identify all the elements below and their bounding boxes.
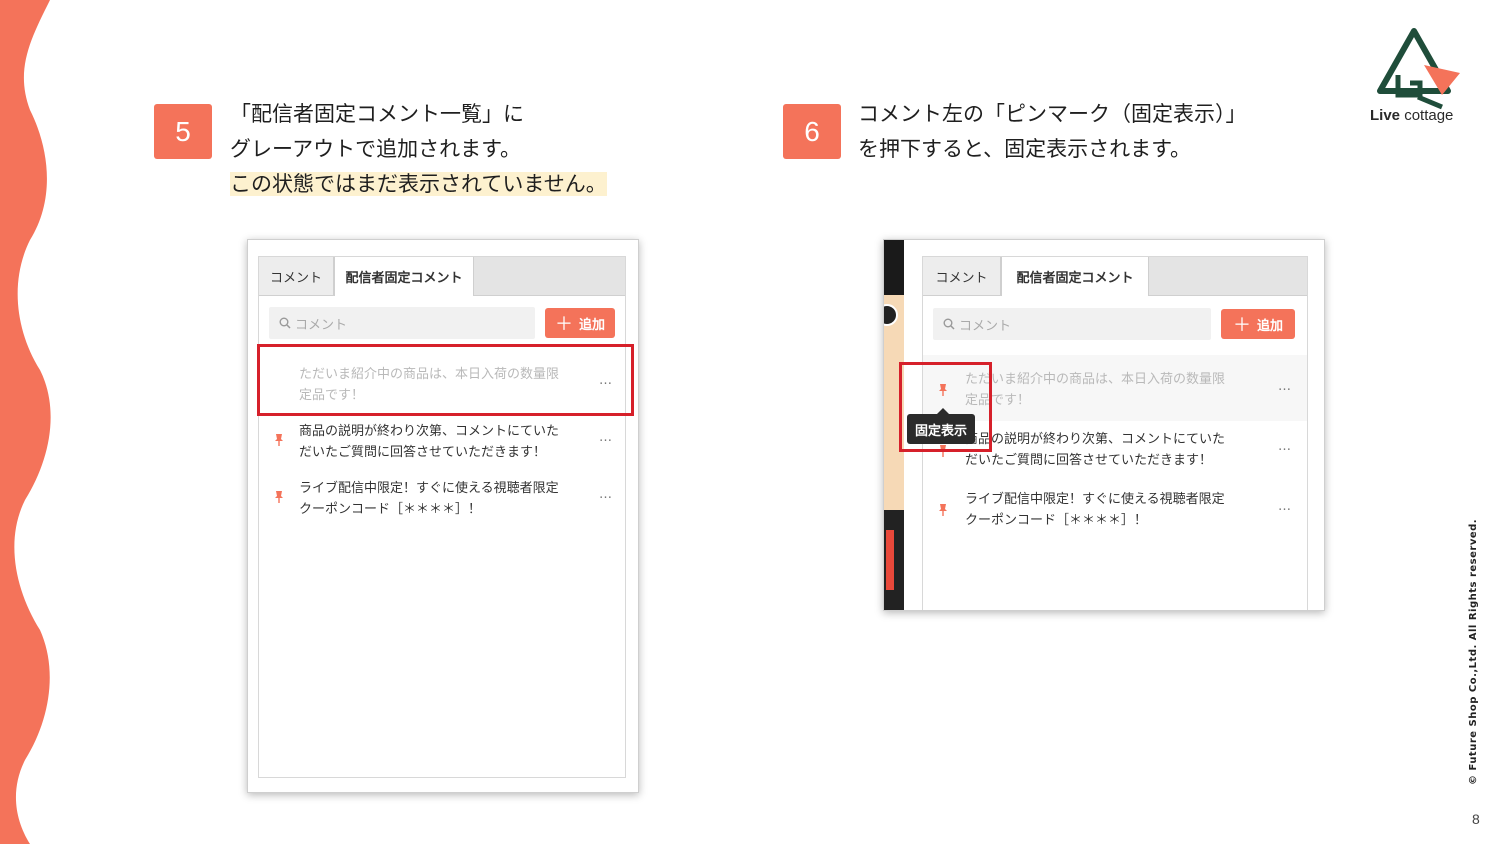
pin-icon[interactable] (937, 503, 949, 517)
comment-item-3: ライブ配信中限定！すぐに使える視聴者限定 クーポンコード［＊＊＊＊］！ (299, 481, 559, 517)
pin-icon[interactable] (273, 433, 285, 447)
copyright-text: © Future Shop Co.,Ltd. All Rights reserv… (1468, 518, 1479, 785)
tab-pinned-comments[interactable]: 配信者固定コメント (334, 257, 474, 296)
tab-comment[interactable]: コメント (923, 257, 1001, 295)
search-icon (279, 317, 291, 329)
tab-bar: コメント 配信者固定コメント (259, 257, 625, 296)
comment-item-2: 商品の説明が終わり次第、コメントにていた だいたご質問に回答させていただきます！ (965, 432, 1226, 468)
search-icon (943, 318, 955, 330)
tab-pinned-comments[interactable]: 配信者固定コメント (1001, 257, 1149, 296)
logo-wordmark: Live cottage (1370, 107, 1454, 124)
highlight-frame (257, 344, 634, 416)
comment-item-2: 商品の説明が終わり次第、コメントにていた だいたご質問に回答させていただきます！ (299, 424, 560, 460)
more-options-icon[interactable]: … (599, 487, 613, 502)
more-options-icon[interactable]: … (1278, 439, 1292, 454)
step-5-highlight: この状態ではまだ表示されていません。 (230, 172, 607, 196)
page-number: 8 (1472, 811, 1480, 827)
add-button[interactable]: ＋追加 (1221, 309, 1295, 339)
comment-item-3: ライブ配信中限定！すぐに使える視聴者限定 クーポンコード［＊＊＊＊］！ (965, 492, 1225, 528)
tab-comment[interactable]: コメント (259, 257, 334, 295)
highlight-frame (899, 362, 992, 452)
comment-item-1: ただいま紹介中の商品は、本日入荷の数量限 定品です！ (965, 372, 1226, 408)
step-6-description: コメント左の「ピンマーク（固定表示）」 を押下すると、固定表示されます。 (858, 102, 1247, 161)
screenshot-step-6: コメント 配信者固定コメント コメント ＋追加 ただいま紹介中の商品は、本日入荷… (883, 239, 1325, 611)
more-options-icon[interactable]: … (1278, 379, 1292, 394)
add-button[interactable]: ＋追加 (545, 308, 615, 338)
step-6-badge: 6 (783, 104, 841, 159)
comment-panel: コメント 配信者固定コメント コメント ＋追加 ただいま紹介中の商品は、本日入荷… (258, 256, 626, 778)
more-options-icon[interactable]: … (599, 430, 613, 445)
step-5-badge: 5 (154, 104, 212, 159)
step-5-description: 「配信者固定コメント一覧」に グレーアウトで追加されます。 この状態ではまだ表示… (230, 102, 607, 196)
more-options-icon[interactable]: … (1278, 499, 1292, 514)
pin-icon[interactable] (273, 490, 285, 504)
search-input[interactable]: コメント (269, 307, 535, 339)
search-input[interactable]: コメント (933, 308, 1211, 340)
decorative-wave (0, 0, 51, 844)
tab-bar: コメント 配信者固定コメント (923, 257, 1307, 296)
screenshot-step-5: コメント 配信者固定コメント コメント ＋追加 ただいま紹介中の商品は、本日入荷… (247, 239, 639, 793)
